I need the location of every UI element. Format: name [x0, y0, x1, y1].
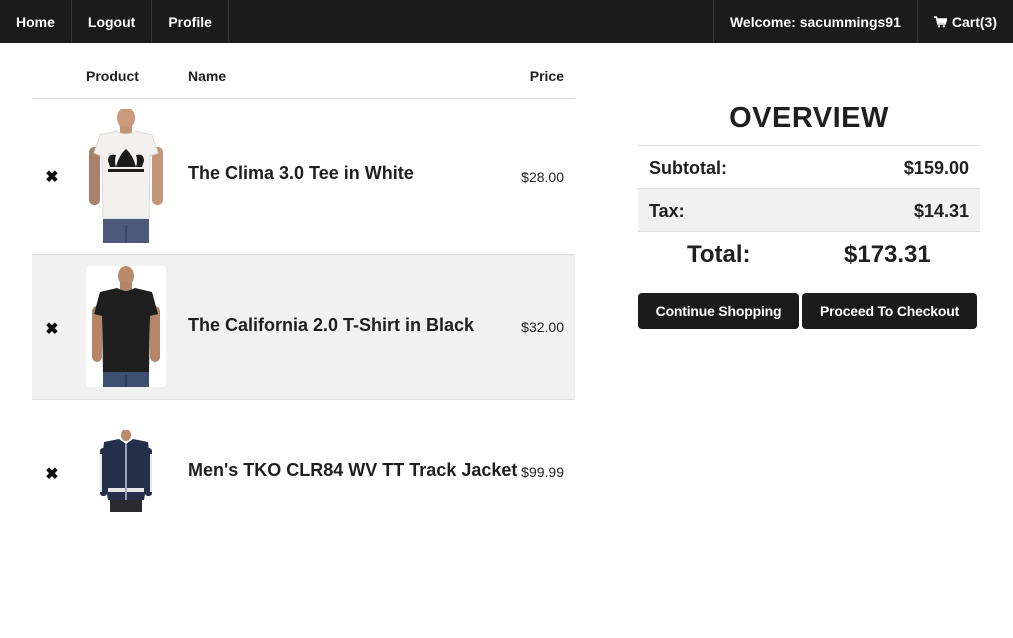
- product-price: $99.99: [521, 464, 564, 480]
- cart-item-row: ✖ The Clima 3.0 Tee in White $28.00: [32, 99, 575, 255]
- navbar: Home Logout Profile Welcome: sacummings9…: [0, 0, 1013, 43]
- cart-item-row: ✖ Men's TKO CLR84 WV TT Track Jacket $99…: [32, 400, 575, 545]
- tax-row: Tax: $14.31: [638, 188, 980, 231]
- total-row: Total: $173.31: [638, 231, 980, 286]
- total-value: $173.31: [844, 241, 931, 268]
- overview-actions: Continue Shopping Proceed To Checkout: [638, 293, 980, 333]
- proceed-to-checkout-button[interactable]: Proceed To Checkout: [802, 293, 977, 329]
- subtotal-value: $159.00: [903, 158, 969, 178]
- navy-track-jacket-photo[interactable]: [86, 430, 166, 512]
- order-overview: OVERVIEW Subtotal: $159.00 Tax: $14.31 T…: [638, 98, 980, 333]
- product-name-link[interactable]: The Clima 3.0 Tee in White: [188, 163, 414, 184]
- total-label: Total:: [687, 241, 751, 268]
- continue-shopping-button[interactable]: Continue Shopping: [638, 293, 799, 329]
- white-adidas-tee-photo[interactable]: [86, 109, 166, 243]
- remove-item-icon[interactable]: ✖: [44, 464, 60, 484]
- cart-table-header: Product Name Price: [32, 43, 575, 99]
- nav-cart-link[interactable]: Cart(3): [916, 0, 1013, 43]
- product-name-link[interactable]: Men's TKO CLR84 WV TT Track Jacket: [188, 460, 517, 481]
- remove-item-icon[interactable]: ✖: [44, 167, 60, 187]
- tax-label: Tax:: [649, 201, 685, 221]
- header-price: Price: [529, 68, 564, 84]
- nav-right-group: Welcome: sacummings91 Cart(3): [712, 0, 1013, 43]
- product-price: $32.00: [521, 319, 564, 335]
- nav-logout-link[interactable]: Logout: [72, 0, 153, 43]
- remove-item-icon[interactable]: ✖: [44, 319, 60, 339]
- header-name: Name: [188, 68, 227, 84]
- product-price: $28.00: [521, 169, 564, 185]
- overview-title: OVERVIEW: [729, 102, 889, 134]
- nav-home-link[interactable]: Home: [0, 0, 72, 43]
- tax-value: $14.31: [913, 201, 969, 221]
- nav-profile-link[interactable]: Profile: [152, 0, 229, 43]
- nav-left-group: Home Logout Profile: [0, 0, 229, 43]
- welcome-text: Welcome: sacummings91: [712, 0, 917, 43]
- cart-table: Product Name Price ✖ The Clima 3.0 Tee i…: [32, 43, 575, 545]
- product-name-link[interactable]: The California 2.0 T-Shirt in Black: [188, 315, 474, 336]
- subtotal-label: Subtotal:: [649, 158, 727, 178]
- shopping-cart-icon: [933, 15, 947, 28]
- subtotal-row: Subtotal: $159.00: [638, 145, 980, 188]
- cart-count-label: Cart(3): [951, 13, 997, 30]
- cart-item-row: ✖ The California 2.0 T-Shirt in Black $3…: [32, 255, 575, 400]
- black-tshirt-photo[interactable]: [86, 266, 166, 387]
- header-product: Product: [86, 68, 139, 84]
